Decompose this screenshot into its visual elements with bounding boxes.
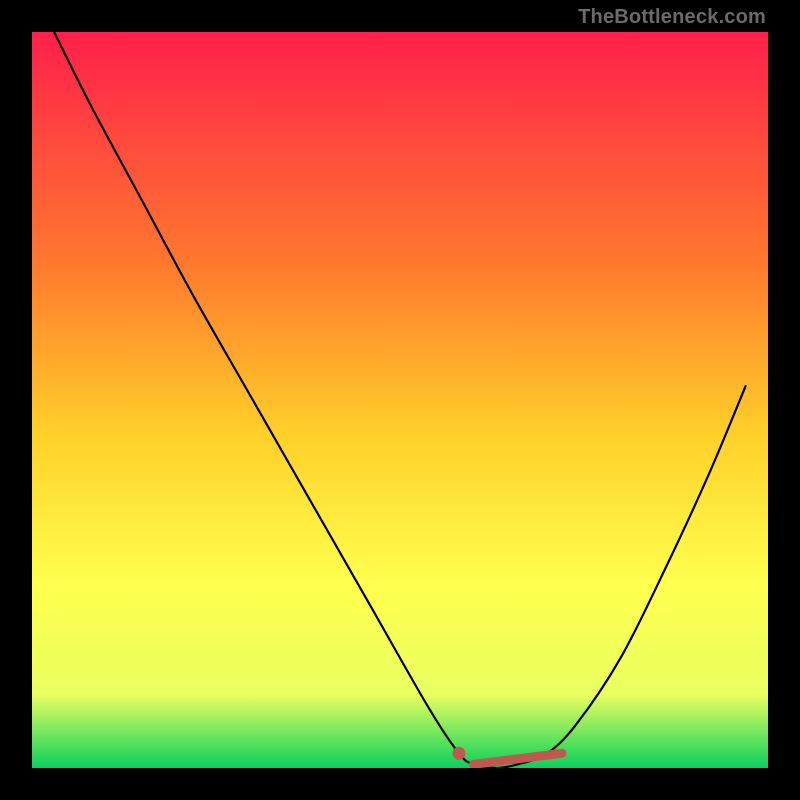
outer-frame: TheBottleneck.com [0,0,800,800]
optimal-point-marker [452,747,465,760]
chart-svg [32,32,768,768]
watermark-label: TheBottleneck.com [578,6,766,29]
plot-area [32,32,768,768]
